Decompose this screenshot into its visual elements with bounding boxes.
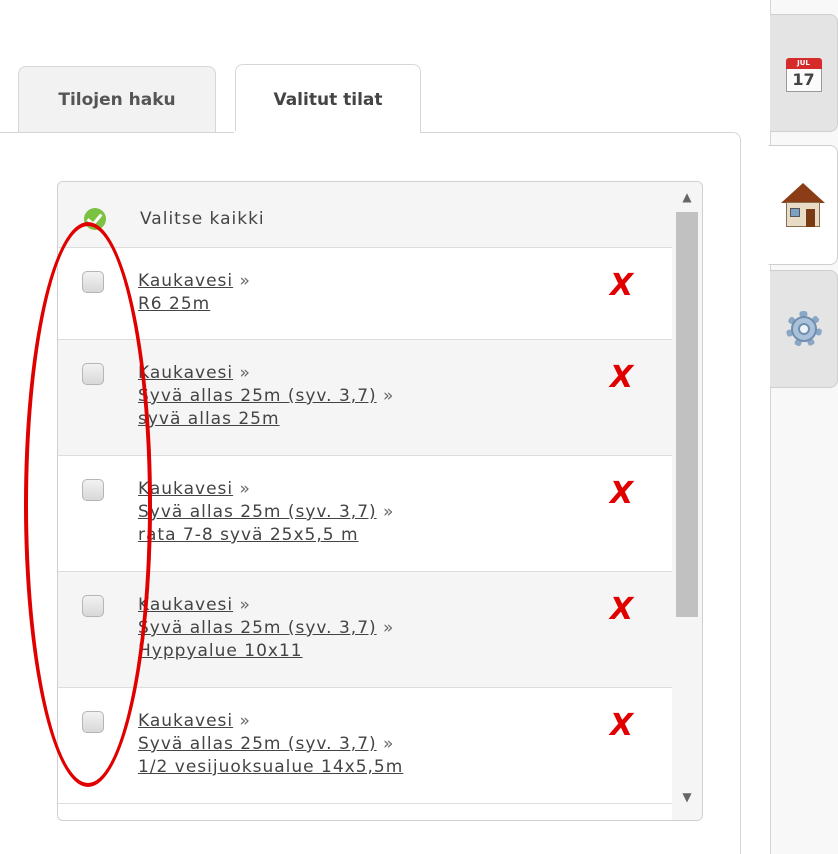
- path-link[interactable]: Kaukavesi: [138, 595, 233, 615]
- path-separator: »: [239, 711, 251, 731]
- path-line: Syvä allas 25m (syv. 3,7) »: [138, 501, 394, 524]
- path-separator: »: [383, 502, 395, 522]
- row-checkbox[interactable]: [82, 479, 104, 501]
- path-separator: »: [239, 363, 251, 383]
- tab-selected-spaces[interactable]: Valitut tilat: [235, 64, 421, 134]
- path-separator: »: [383, 734, 395, 754]
- select-all-row[interactable]: Valitse kaikki: [58, 182, 672, 248]
- path-link[interactable]: 1/2 vesijuoksualue 14x5,5m: [138, 757, 403, 777]
- path-line: Kaukavesi »: [138, 478, 394, 501]
- sidebar-tab-spaces[interactable]: [768, 145, 838, 265]
- path-line: 1/2 vesijuoksualue 14x5,5m: [138, 756, 403, 779]
- list-item: Kaukavesi » Syvä allas 25m (syv. 3,7) » Hy…: [58, 572, 672, 688]
- path-link[interactable]: Kaukavesi: [138, 479, 233, 499]
- sidebar-tab-calendar[interactable]: JUL 17: [770, 14, 838, 132]
- row-checkbox[interactable]: [82, 363, 104, 385]
- top-whitespace: [0, 0, 770, 14]
- path-link[interactable]: R6 25m: [138, 294, 210, 314]
- scroll-down-arrow-icon[interactable]: ▼: [672, 790, 702, 812]
- sidebar-tab-settings[interactable]: [770, 270, 838, 388]
- remove-icon[interactable]: X: [610, 711, 633, 741]
- path-line: Syvä allas 25m (syv. 3,7) »: [138, 385, 394, 408]
- path-separator: »: [383, 386, 395, 406]
- path-line: Kaukavesi »: [138, 710, 403, 733]
- path-link[interactable]: rata 7-8 syvä 25x5,5 m: [138, 525, 359, 545]
- path-link[interactable]: Kaukavesi: [138, 711, 233, 731]
- selected-spaces-list: Valitse kaikki Kaukavesi » R6 25m X Kaukave…: [57, 181, 703, 821]
- path-separator: »: [383, 618, 395, 638]
- calendar-month: JUL: [785, 58, 822, 69]
- path-line: Kaukavesi »: [138, 594, 394, 617]
- list-content: Valitse kaikki Kaukavesi » R6 25m X Kaukave…: [58, 182, 672, 820]
- space-path: Kaukavesi » Syvä allas 25m (syv. 3,7) » sy…: [138, 362, 394, 431]
- tab-space-search[interactable]: Tilojen haku: [18, 66, 216, 132]
- calendar-icon: JUL 17: [785, 54, 822, 92]
- remove-icon[interactable]: X: [610, 479, 633, 509]
- path-line: R6 25m: [138, 293, 251, 316]
- path-link[interactable]: Syvä allas 25m (syv. 3,7): [138, 618, 377, 638]
- list-item: Kaukavesi » R6 25m X: [58, 248, 672, 340]
- path-line: Hyppyalue 10x11: [138, 640, 394, 663]
- path-line: rata 7-8 syvä 25x5,5 m: [138, 524, 394, 547]
- scroll-thumb[interactable]: [676, 212, 698, 617]
- path-link[interactable]: syvä allas 25m: [138, 409, 280, 429]
- row-checkbox[interactable]: [82, 271, 104, 293]
- space-path: Kaukavesi » Syvä allas 25m (syv. 3,7) » 1/…: [138, 710, 403, 779]
- house-icon: [781, 183, 825, 227]
- path-separator: »: [239, 595, 251, 615]
- remove-icon[interactable]: X: [610, 363, 633, 393]
- gear-icon: [784, 309, 824, 349]
- select-all-label[interactable]: Valitse kaikki: [140, 209, 265, 229]
- path-line: Syvä allas 25m (syv. 3,7) »: [138, 733, 403, 756]
- path-link[interactable]: Syvä allas 25m (syv. 3,7): [138, 386, 377, 406]
- remove-icon[interactable]: X: [610, 271, 633, 301]
- space-path: Kaukavesi » Syvä allas 25m (syv. 3,7) » ra…: [138, 478, 394, 547]
- calendar-day: 17: [785, 69, 822, 92]
- row-checkbox[interactable]: [82, 595, 104, 617]
- path-link[interactable]: Hyppyalue 10x11: [138, 641, 303, 661]
- row-checkbox[interactable]: [82, 711, 104, 733]
- scroll-up-arrow-icon[interactable]: ▲: [672, 190, 702, 212]
- list-scrollbar[interactable]: ▲ ▼: [672, 182, 702, 820]
- path-line: Kaukavesi »: [138, 362, 394, 385]
- remove-icon[interactable]: X: [610, 595, 633, 625]
- list-item: Kaukavesi » Syvä allas 25m (syv. 3,7) » sy…: [58, 340, 672, 456]
- list-item: Kaukavesi » Syvä allas 25m (syv. 3,7) » 1/…: [58, 688, 672, 804]
- path-line: Syvä allas 25m (syv. 3,7) »: [138, 617, 394, 640]
- space-path: Kaukavesi » Syvä allas 25m (syv. 3,7) » Hy…: [138, 594, 394, 663]
- path-separator: »: [239, 271, 251, 291]
- path-line: Kaukavesi »: [138, 270, 251, 293]
- space-path: Kaukavesi » R6 25m: [138, 270, 251, 316]
- path-link[interactable]: Kaukavesi: [138, 271, 233, 291]
- path-line: syvä allas 25m: [138, 408, 394, 431]
- path-link[interactable]: Kaukavesi: [138, 363, 233, 383]
- path-link[interactable]: Syvä allas 25m (syv. 3,7): [138, 734, 377, 754]
- path-link[interactable]: Syvä allas 25m (syv. 3,7): [138, 502, 377, 522]
- check-all-icon[interactable]: [84, 208, 106, 230]
- path-separator: »: [239, 479, 251, 499]
- list-item: Kaukavesi » Syvä allas 25m (syv. 3,7) » ra…: [58, 456, 672, 572]
